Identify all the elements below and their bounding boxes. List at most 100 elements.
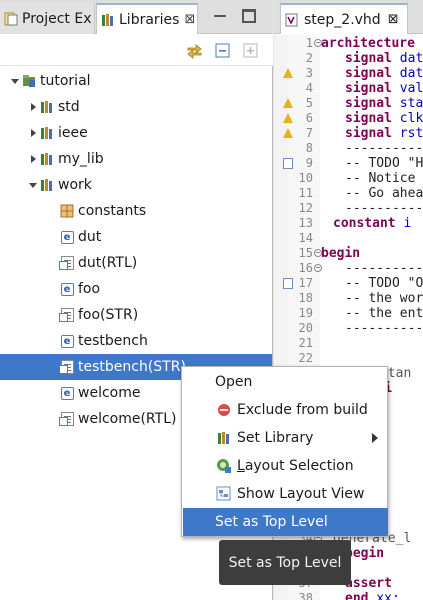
- code-line[interactable]: 14: [274, 231, 423, 246]
- menu-item-show-layout-view[interactable]: Show Layout View: [183, 480, 388, 508]
- tree-item-label: foo(STR): [78, 307, 139, 323]
- tree-item-foo-str[interactable]: foo(STR): [0, 302, 272, 328]
- code-text: ----------: [345, 141, 423, 156]
- code-line[interactable]: 7 signal rst: [274, 126, 423, 141]
- tree-item-constants[interactable]: constants: [0, 198, 272, 224]
- code-line[interactable]: 21: [274, 336, 423, 351]
- code-line[interactable]: 18 -- the wor: [274, 291, 423, 306]
- tree-item-label: welcome: [78, 385, 141, 401]
- code-text: signal rst: [345, 126, 423, 141]
- warning-icon[interactable]: [283, 113, 293, 123]
- code-line[interactable]: 11 -- Go ahea: [274, 186, 423, 201]
- code-text: -- TODO "O: [345, 276, 423, 291]
- view-tab-bar: Project Ex Libraries ⊠: [0, 0, 273, 34]
- code-line[interactable]: 8 ----------: [274, 141, 423, 156]
- architecture-icon: [58, 360, 74, 374]
- code-line[interactable]: 20 ----------: [274, 321, 423, 336]
- maximize-icon[interactable]: [242, 9, 256, 23]
- code-line[interactable]: 5 signal sta: [274, 96, 423, 111]
- tab-libraries[interactable]: Libraries ⊠: [96, 3, 198, 34]
- tree-item-testbench[interactable]: e testbench: [0, 328, 272, 354]
- code-line[interactable]: 6 signal clk: [274, 111, 423, 126]
- code-line[interactable]: 19 -- the ent: [274, 306, 423, 321]
- libraries-icon: [101, 13, 115, 27]
- expand-all-icon[interactable]: [242, 42, 259, 59]
- code-line[interactable]: 17 -- TODO "O: [274, 276, 423, 291]
- tree-item-dut-rtl[interactable]: dut(RTL): [0, 250, 272, 276]
- code-line[interactable]: 3 signal dat: [274, 66, 423, 81]
- code-text: -- the wor: [345, 291, 423, 306]
- code-line[interactable]: 22: [274, 351, 423, 366]
- warning-icon[interactable]: [283, 98, 293, 108]
- tree-item-dut[interactable]: e dut: [0, 224, 272, 250]
- line-number: 21: [298, 336, 313, 350]
- code-line[interactable]: 2 signal dat: [274, 51, 423, 66]
- collapsed-arrow-icon[interactable]: [26, 152, 40, 166]
- code-line[interactable]: 9 -- TODO "H: [274, 156, 423, 171]
- collapsed-arrow-icon[interactable]: [26, 126, 40, 140]
- code-line[interactable]: 4 signal val: [274, 81, 423, 96]
- code-text: constant i: [333, 216, 412, 231]
- code-line[interactable]: 1− architecture: [274, 36, 423, 51]
- tree-item-tutorial[interactable]: tutorial: [0, 68, 272, 94]
- tree-item-my-lib[interactable]: my_lib: [0, 146, 272, 172]
- line-number: 20: [298, 321, 313, 335]
- expanded-arrow-icon[interactable]: [8, 74, 22, 88]
- close-icon[interactable]: ⊠: [184, 12, 195, 27]
- menu-item-layout-selection[interactable]: Layout Selection: [183, 452, 388, 480]
- link-with-editor-icon[interactable]: [186, 42, 203, 59]
- editor-tab-label: step_2.vhd: [304, 11, 381, 28]
- library-icon: [216, 430, 232, 446]
- code-text: signal sta: [345, 96, 423, 111]
- editor-tab-bar: step_2.vhd ⊠: [274, 0, 423, 34]
- code-text: ----------: [345, 261, 423, 276]
- code-line[interactable]: 16− ----------: [274, 261, 423, 276]
- task-icon[interactable]: [283, 158, 293, 169]
- menu-item-label: Layout Selection: [237, 458, 354, 474]
- tree-item-std[interactable]: std: [0, 94, 272, 120]
- code-line[interactable]: 10 -- Notice: [274, 171, 423, 186]
- close-icon[interactable]: ⊠: [388, 12, 399, 27]
- tree-item-ieee[interactable]: ieee: [0, 120, 272, 146]
- tree-item-label: welcome(RTL): [78, 411, 177, 427]
- menu-item-set-library[interactable]: Set Library: [183, 424, 388, 452]
- minimize-icon[interactable]: [213, 9, 227, 23]
- project-icon: [22, 74, 36, 88]
- tree-item-label: testbench: [78, 333, 148, 349]
- tree-item-foo[interactable]: e foo: [0, 276, 272, 302]
- tab-label: Libraries: [119, 11, 180, 28]
- menu-item-open[interactable]: Open: [183, 368, 388, 396]
- code-line[interactable]: 13 constant i: [274, 216, 423, 231]
- tree-item-label: foo: [78, 281, 101, 297]
- code-line[interactable]: 38 end xx:: [274, 591, 423, 600]
- code-text: ----------: [345, 321, 423, 336]
- tab-step-2-vhd[interactable]: step_2.vhd ⊠: [280, 3, 408, 34]
- vhdl-file-icon: [285, 13, 299, 27]
- collapsed-arrow-icon[interactable]: [26, 100, 40, 114]
- expanded-arrow-icon[interactable]: [26, 178, 40, 192]
- warning-icon[interactable]: [283, 68, 293, 78]
- code-line[interactable]: 15− begin: [274, 246, 423, 261]
- task-icon[interactable]: [283, 278, 293, 289]
- line-number: 16: [298, 261, 313, 275]
- line-number: 8: [305, 141, 313, 155]
- entity-icon: e: [60, 230, 74, 244]
- tab-project-explorer[interactable]: Project Ex: [0, 3, 95, 34]
- tree-item-label: work: [58, 177, 92, 193]
- line-number: 18: [298, 291, 313, 305]
- code-text: assert: [345, 576, 392, 591]
- architecture-icon: [58, 308, 74, 322]
- code-text: begin: [321, 246, 361, 261]
- library-icon: [40, 126, 54, 140]
- warning-icon[interactable]: [283, 128, 293, 138]
- fold-toggle-icon[interactable]: −: [314, 264, 322, 272]
- code-line[interactable]: 12 ----------: [274, 201, 423, 216]
- menu-item-set-as-top-level[interactable]: Set as Top Level: [183, 508, 388, 536]
- tree-item-work[interactable]: work: [0, 172, 272, 198]
- collapse-all-icon[interactable]: [214, 42, 231, 59]
- menu-item-exclude-from-build[interactable]: Exclude from build: [183, 396, 388, 424]
- tree-item-label: tutorial: [40, 73, 91, 89]
- tree-item-label: my_lib: [58, 151, 104, 167]
- submenu-arrow-icon: [372, 433, 378, 443]
- line-number: 10: [298, 171, 313, 185]
